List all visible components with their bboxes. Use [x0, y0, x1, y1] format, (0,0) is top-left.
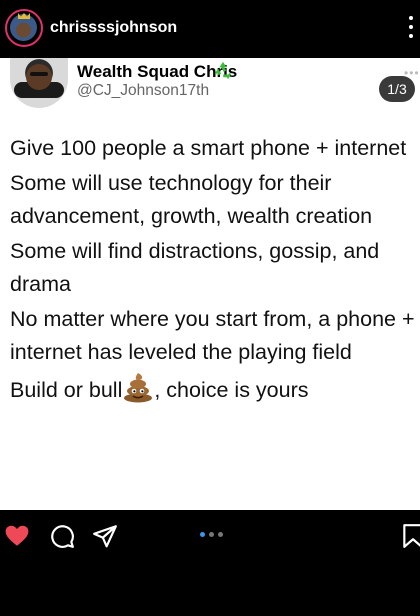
- tweet-handle: @CJ_Johnson17th: [77, 82, 210, 99]
- tweet-paragraph: No matter where you start from, a phone …: [10, 307, 415, 364]
- recycle-icon: [214, 61, 232, 80]
- tweet-author-avatar: [10, 58, 68, 108]
- username[interactable]: chrissssjohnson: [50, 19, 177, 37]
- tweet-paragraph: Build or bull , choice is yours: [10, 371, 420, 407]
- tweet-line-start: Build or bull: [10, 378, 123, 402]
- bookmark-icon[interactable]: [400, 523, 420, 549]
- comment-icon[interactable]: [49, 523, 75, 549]
- bottom-area: [0, 560, 420, 616]
- slide-counter: 1/3: [379, 76, 415, 102]
- tweet-paragraph: Give 100 people a smart phone + internet: [10, 136, 407, 160]
- post-image: Wealth Squad Chris @CJ_Johnson17th ••• 1…: [0, 58, 420, 510]
- share-icon[interactable]: [92, 523, 118, 549]
- carousel-dot-active: [200, 532, 205, 537]
- more-options-icon[interactable]: [408, 16, 414, 40]
- carousel-dot: [218, 532, 223, 537]
- carousel-dot: [209, 532, 214, 537]
- action-bar: [0, 510, 420, 560]
- heart-icon[interactable]: [4, 523, 30, 549]
- post-header: chrissssjohnson: [0, 0, 420, 58]
- tweet-line-end: , choice is yours: [154, 378, 309, 402]
- tweet-text: Give 100 people a smart phone + internet…: [10, 132, 420, 409]
- profile-avatar[interactable]: [5, 9, 43, 47]
- tweet-paragraph: Some will use technology for their advan…: [10, 171, 373, 228]
- tweet-paragraph: Some will find distractions, gossip, and…: [10, 239, 380, 296]
- carousel-indicator: [200, 532, 230, 538]
- poop-emoji-icon: [124, 373, 153, 403]
